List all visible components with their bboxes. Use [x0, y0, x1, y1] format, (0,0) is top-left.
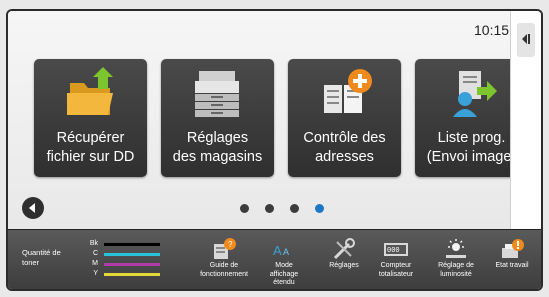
svg-text:A: A	[273, 243, 282, 258]
text-size-icon: AA	[254, 232, 314, 262]
chevron-left-icon	[29, 203, 35, 213]
toner-name: Bk	[89, 240, 98, 247]
toner-name: Y	[93, 270, 98, 277]
tile-retrieve-file[interactable]: Récupérer fichier sur DD	[34, 59, 147, 177]
svg-text:000: 000	[387, 247, 400, 255]
toner-label: Quantité de toner	[22, 248, 61, 267]
brightness-icon	[426, 232, 486, 262]
guide-book-icon: ?	[194, 232, 254, 262]
tool-label: Guide de fonctionnement	[200, 262, 248, 278]
toner-level-bar-m	[104, 263, 160, 266]
page-dot-2[interactable]	[265, 204, 274, 213]
system-bar: Quantité de toner Bk C M Y ? Guide de fo…	[8, 229, 541, 289]
clock: 10:15	[474, 22, 510, 38]
folder-arrow-icon	[34, 67, 147, 119]
tile-label: Contrôle des adresses	[303, 130, 386, 165]
home-area: 10:15 Récupérer fichier sur DD Réglages …	[8, 11, 528, 229]
tool-label: Compteur totalisateur	[378, 262, 414, 278]
tool-label: Etat travail	[495, 262, 529, 269]
operation-guide-button[interactable]: ? Guide de fonctionnement	[194, 232, 254, 279]
chevron-left-icon	[522, 34, 530, 44]
side-panel-tab[interactable]	[510, 11, 541, 229]
extended-display-mode-button[interactable]: AA Mode affichage étendu	[254, 232, 314, 288]
job-status-icon	[482, 232, 541, 262]
page-dot-4-active[interactable]	[315, 204, 324, 213]
toner-level-bar-c	[104, 253, 160, 256]
svg-text:A: A	[283, 247, 289, 257]
settings-button[interactable]: Réglages	[314, 232, 374, 271]
tool-label: Réglages	[329, 262, 359, 269]
previous-page-button[interactable]	[22, 197, 44, 219]
toner-level-bar-y	[104, 273, 160, 276]
total-count-button[interactable]: 000 Compteur totalisateur	[366, 232, 426, 279]
printer-trays-icon	[161, 67, 274, 119]
tool-label: Réglage de luminosité	[438, 262, 474, 278]
svg-text:?: ?	[228, 240, 233, 249]
address-book-add-icon	[288, 67, 401, 119]
brightness-adjust-button[interactable]: Réglage de luminosité	[426, 232, 486, 279]
page-dot-3[interactable]	[290, 204, 299, 213]
touch-panel-screen: 10:15 Récupérer fichier sur DD Réglages …	[6, 9, 543, 291]
side-panel-handle[interactable]	[517, 23, 535, 57]
toner-name: C	[92, 250, 98, 257]
toner-name: M	[92, 260, 98, 267]
tile-tray-settings[interactable]: Réglages des magasins	[161, 59, 274, 177]
wrench-screwdriver-icon	[314, 232, 374, 262]
page-dot-1[interactable]	[240, 204, 249, 213]
tile-label: Récupérer fichier sur DD	[46, 130, 135, 165]
toner-level-bar-bk	[104, 243, 160, 246]
counter-icon: 000	[366, 232, 426, 262]
tool-label: Mode affichage étendu	[269, 262, 299, 286]
tile-address-control[interactable]: Contrôle des adresses	[288, 59, 401, 177]
tile-label: Réglages des magasins	[172, 130, 263, 165]
job-status-button[interactable]: Etat travail	[482, 232, 541, 271]
